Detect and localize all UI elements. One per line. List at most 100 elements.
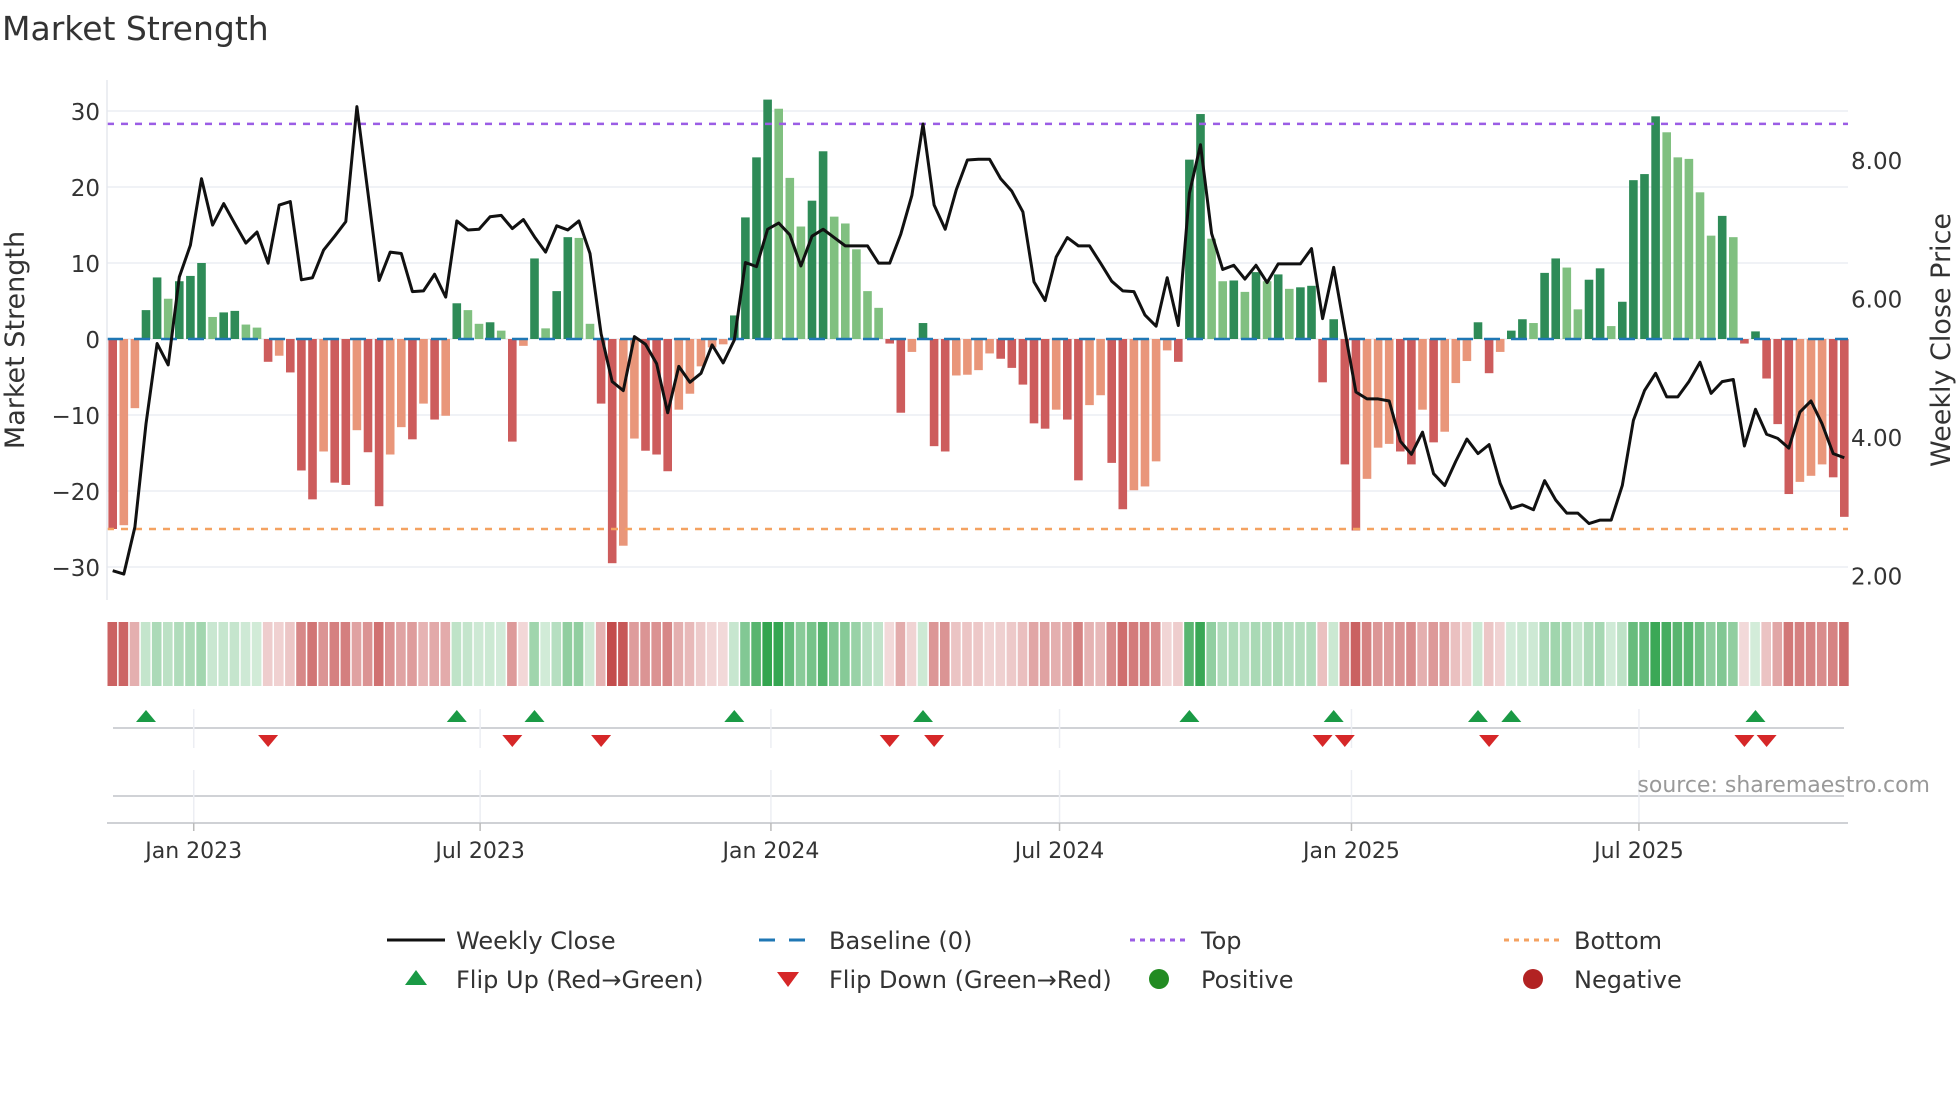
strip-cell: [1783, 622, 1794, 686]
strip-cell: [906, 622, 917, 686]
strip-cell: [1617, 622, 1627, 686]
flip-down-marker: [258, 735, 279, 747]
strength-bar: [874, 307, 883, 339]
strip-cell: [240, 622, 251, 686]
strip-cell: [1639, 622, 1649, 686]
strength-bar: [1540, 272, 1549, 339]
strip-cell: [829, 622, 839, 686]
strip-cell: [973, 622, 983, 686]
y-tick-label: −20: [51, 480, 100, 506]
legend-triangle-up-icon: [405, 970, 427, 985]
strip-cell: [595, 622, 606, 686]
strength-bar: [1584, 279, 1594, 339]
strength-bar: [552, 291, 561, 339]
strip-cell: [651, 622, 661, 686]
strength-bar: [1773, 339, 1782, 425]
strength-bar: [852, 249, 861, 339]
legend: Weekly Close Baseline (0) Top Bottom Flip Up…: [387, 927, 1682, 994]
strip-cell: [1339, 622, 1350, 686]
x-tick-label: Jan 2024: [720, 839, 819, 864]
strip-cell: [262, 622, 273, 686]
y2-tick-label: 4.00: [1851, 426, 1902, 452]
strength-bar: [1817, 339, 1827, 465]
y2-tick-label: 2.00: [1851, 565, 1902, 591]
strip-cell: [1583, 622, 1594, 686]
strip-cell: [396, 622, 406, 686]
strip-cell: [418, 622, 428, 686]
strip-cell: [729, 622, 739, 686]
strength-bar: [319, 339, 328, 452]
y-tick-label: −30: [51, 556, 100, 582]
strength-bar: [940, 339, 950, 452]
strip-cell: [1683, 622, 1694, 686]
strength-bar: [130, 339, 140, 409]
strip-cell: [751, 622, 761, 686]
strip-cell: [1705, 622, 1716, 686]
strip-cell: [684, 622, 695, 686]
flip-down-marker: [1479, 735, 1500, 747]
strength-bar: [1784, 339, 1794, 495]
strip-cell: [1372, 622, 1383, 686]
y-axis-label: Market Strength: [0, 231, 31, 449]
strip-cell: [385, 622, 395, 686]
strength-bar: [1296, 287, 1305, 339]
strength-bar: [685, 339, 695, 394]
strength-bar: [1085, 339, 1094, 406]
chart-title: Market Strength: [2, 9, 269, 48]
strip-cell: [773, 622, 784, 686]
strength-bar: [541, 328, 550, 339]
strip-cell: [640, 622, 650, 686]
strength-bar: [485, 322, 495, 339]
strip-cell: [1350, 622, 1361, 686]
y2-tick-label: 6.00: [1851, 288, 1902, 314]
strip-cell: [140, 622, 151, 686]
y-tick-label: 10: [71, 252, 100, 278]
flip-markers: [113, 709, 1844, 823]
strip-cell: [496, 622, 506, 686]
strip-cell: [1139, 622, 1150, 686]
strip-cell: [1284, 622, 1294, 686]
strip-cell: [1483, 622, 1494, 686]
strength-bar: [1063, 339, 1072, 420]
strip-cell: [817, 622, 828, 686]
x-axis: Jan 2023 Jul 2023 Jan 2024 Jul 2024 Jan 2025…: [107, 822, 1848, 864]
strength-bar: [1684, 158, 1694, 339]
strip-cell: [1062, 622, 1072, 686]
strip-cell: [1839, 622, 1849, 686]
strength-bar: [1717, 215, 1727, 339]
strip-cell: [1150, 622, 1161, 686]
strength-bar: [1040, 339, 1050, 429]
strip-cell: [129, 622, 140, 686]
strip-cell: [1195, 622, 1205, 686]
strip-cell: [1106, 622, 1117, 686]
strength-bar: [252, 327, 262, 339]
strength-bar: [963, 339, 972, 375]
flip-up-marker: [913, 710, 933, 722]
strength-bar: [197, 263, 206, 339]
strip-cell: [307, 622, 317, 686]
strength-bar: [841, 223, 850, 339]
strip-cell: [1650, 622, 1660, 686]
strip-cell: [1250, 622, 1261, 686]
strip-cell: [995, 622, 1006, 686]
strength-bar: [474, 323, 484, 339]
strip-cell: [795, 622, 806, 686]
source-label: source: sharemaestro.com: [1637, 773, 1930, 798]
legend-label: Weekly Close: [456, 927, 616, 955]
strip-cell: [185, 622, 195, 686]
strength-bar: [1140, 339, 1150, 487]
strength-bar: [1462, 339, 1472, 362]
strength-bar: [1618, 301, 1627, 339]
strength-bar: [1507, 330, 1516, 339]
strip-cell: [940, 622, 950, 686]
strip-cell: [1828, 622, 1838, 686]
strip-cell: [984, 622, 994, 686]
strip-cell: [1550, 622, 1561, 686]
strip-cell: [718, 622, 728, 686]
strip-cell: [229, 622, 240, 686]
strip-cell: [484, 622, 495, 686]
strength-bar: [419, 339, 428, 404]
strength-bar: [230, 310, 240, 339]
legend-label: Negative: [1574, 966, 1682, 994]
strip-cell: [740, 622, 750, 686]
